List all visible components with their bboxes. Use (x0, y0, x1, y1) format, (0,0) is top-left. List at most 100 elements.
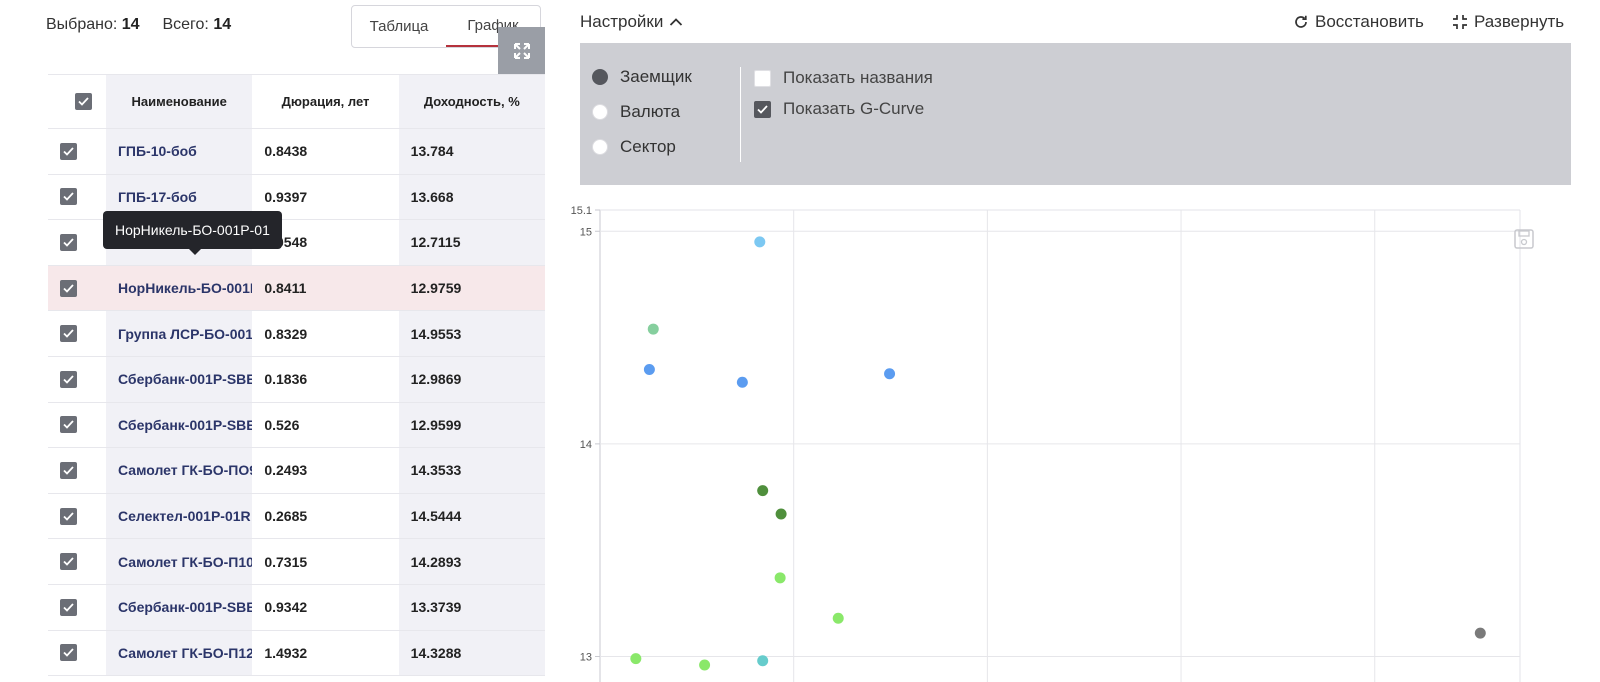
row-checkbox[interactable] (60, 553, 77, 571)
radio-indicator (592, 139, 608, 155)
row-checkbox[interactable] (60, 233, 77, 251)
chevron-up-icon (670, 18, 683, 26)
bond-duration: 1.4932 (252, 630, 399, 677)
row-checkbox[interactable] (60, 142, 77, 160)
checkmark-icon (63, 557, 74, 566)
expand-button[interactable]: Развернуть (1452, 12, 1564, 32)
bond-name[interactable]: НорНикель-БО-001Р-01 (106, 265, 253, 312)
scatter-point[interactable] (643, 363, 655, 375)
expand-arrows-icon (513, 42, 530, 59)
bond-duration: 0.9342 (252, 584, 399, 631)
column-header-name[interactable]: Наименование (106, 74, 253, 129)
scatter-point[interactable] (1474, 627, 1486, 639)
row-checkbox[interactable] (60, 370, 77, 388)
bond-name[interactable]: Сбербанк-001Р-SBER (106, 584, 253, 631)
show-names-checkbox[interactable] (754, 69, 771, 87)
table-row[interactable]: Самолет ГК-БО-ПО9 0.2493 14.3533 (48, 447, 545, 494)
scatter-point[interactable] (832, 612, 844, 624)
name-tooltip: НорНикель-БО-001Р-01 (103, 211, 282, 255)
bond-duration: 0.8438 (252, 128, 399, 175)
toggle-show-gcurve[interactable]: Показать G-Curve (754, 99, 924, 119)
row-checkbox-cell (48, 538, 106, 585)
show-gcurve-label: Показать G-Curve (783, 99, 925, 118)
radio-currency[interactable]: Валюта (592, 102, 680, 122)
total-count: 14 (213, 16, 232, 33)
row-checkbox[interactable] (60, 279, 77, 297)
show-gcurve-checkbox[interactable] (754, 100, 771, 118)
scatter-point[interactable] (884, 368, 896, 380)
bond-name[interactable]: Селектел-001Р-01R (106, 493, 253, 540)
settings-divider (740, 67, 741, 162)
table-row[interactable]: Самолет ГК-БО-П10 0.7315 14.2893 (48, 538, 545, 585)
column-header-duration[interactable]: Дюрация, лет (252, 74, 399, 129)
table-row[interactable]: Самолет ГК-БО-П12 1.4932 14.3288 (48, 630, 545, 677)
toggle-show-names[interactable]: Показать названия (754, 68, 933, 88)
row-checkbox[interactable] (60, 461, 77, 479)
bond-yield: 13.784 (398, 128, 545, 175)
scatter-point[interactable] (757, 655, 769, 667)
save-image-icon[interactable] (1514, 229, 1534, 249)
tab-table[interactable]: Таблица (352, 6, 446, 47)
table-row[interactable]: Селектел-001Р-01R 0.2685 14.5444 (48, 493, 545, 540)
scatter-point[interactable] (630, 653, 642, 665)
radio-sector[interactable]: Сектор (592, 137, 676, 157)
bond-name[interactable]: Сбербанк-001Р-SBER (106, 356, 253, 403)
scatter-point[interactable] (699, 659, 711, 671)
scatter-point[interactable] (754, 236, 766, 248)
bond-duration: 0.1836 (252, 356, 399, 403)
selected-label: Выбрано: (46, 16, 118, 33)
checkmark-icon (63, 466, 74, 475)
show-names-label: Показать названия (783, 68, 933, 87)
bond-name[interactable]: Группа ЛСР-БО-001Р (106, 310, 253, 357)
scatter-point[interactable] (774, 572, 786, 584)
selected-count: 14 (121, 16, 140, 33)
bond-yield: 13.668 (398, 174, 545, 221)
scatter-point[interactable] (757, 485, 769, 497)
bond-yield: 12.9599 (398, 402, 545, 449)
checkmark-icon (63, 375, 74, 384)
bond-yield: 14.3288 (398, 630, 545, 677)
bond-yield: 14.3533 (398, 447, 545, 494)
table-row[interactable]: НорНикель-БО-001Р-010.841112.9759 (48, 265, 545, 312)
fullscreen-button[interactable] (498, 27, 545, 74)
checkmark-icon (63, 603, 74, 612)
scatter-point[interactable] (775, 508, 787, 520)
row-checkbox-cell (48, 630, 106, 677)
bond-name[interactable]: Самолет ГК-БО-П10 (106, 538, 253, 585)
scatter-point[interactable] (647, 323, 659, 335)
scatter-point[interactable] (736, 376, 748, 388)
bonds-table: Наименование Дюрация, лет Доходность, % … (48, 74, 545, 677)
checkmark-icon (757, 104, 768, 114)
bond-duration: 0.8411 (252, 265, 399, 312)
bond-duration: 0.2685 (252, 493, 399, 540)
total-label: Всего: (162, 16, 209, 33)
row-checkbox-cell (48, 174, 106, 221)
table-row[interactable]: Сбербанк-001Р-SBER 0.526 12.9599 (48, 402, 545, 449)
row-checkbox[interactable] (60, 188, 77, 206)
row-checkbox[interactable] (60, 507, 77, 525)
settings-toggle[interactable]: Настройки (580, 12, 683, 32)
table-row[interactable]: Сбербанк-001Р-SBER 0.9342 13.3739 (48, 584, 545, 631)
restore-label: Восстановить (1315, 12, 1424, 31)
bond-name[interactable]: Самолет ГК-БО-П12 (106, 630, 253, 677)
table-row[interactable]: Сбербанк-001Р-SBER 0.1836 12.9869 (48, 356, 545, 403)
bond-name[interactable]: ГПБ-10-боб (106, 128, 253, 175)
refresh-icon (1295, 15, 1307, 28)
radio-borrower[interactable]: Заемщик (592, 67, 692, 87)
restore-button[interactable]: Восстановить (1293, 12, 1424, 32)
select-all-checkbox[interactable] (74, 93, 92, 110)
row-checkbox[interactable] (60, 598, 77, 616)
row-checkbox-cell (48, 265, 106, 312)
table-row[interactable]: Группа ЛСР-БО-001Р 0.8329 14.9553 (48, 310, 545, 357)
column-header-yield[interactable]: Доходность, % (398, 74, 545, 129)
bond-name[interactable]: Самолет ГК-БО-ПО9 (106, 447, 253, 494)
bond-duration: 0.7315 (252, 538, 399, 585)
bond-name[interactable]: Сбербанк-001Р-SBER (106, 402, 253, 449)
row-checkbox[interactable] (60, 644, 77, 662)
row-checkbox-cell (48, 402, 106, 449)
row-checkbox[interactable] (60, 325, 77, 343)
row-checkbox[interactable] (60, 416, 77, 434)
radio-currency-label: Валюта (620, 102, 681, 121)
settings-title: Настройки (580, 12, 664, 31)
table-row[interactable]: ГПБ-10-боб 0.8438 13.784 (48, 128, 545, 175)
